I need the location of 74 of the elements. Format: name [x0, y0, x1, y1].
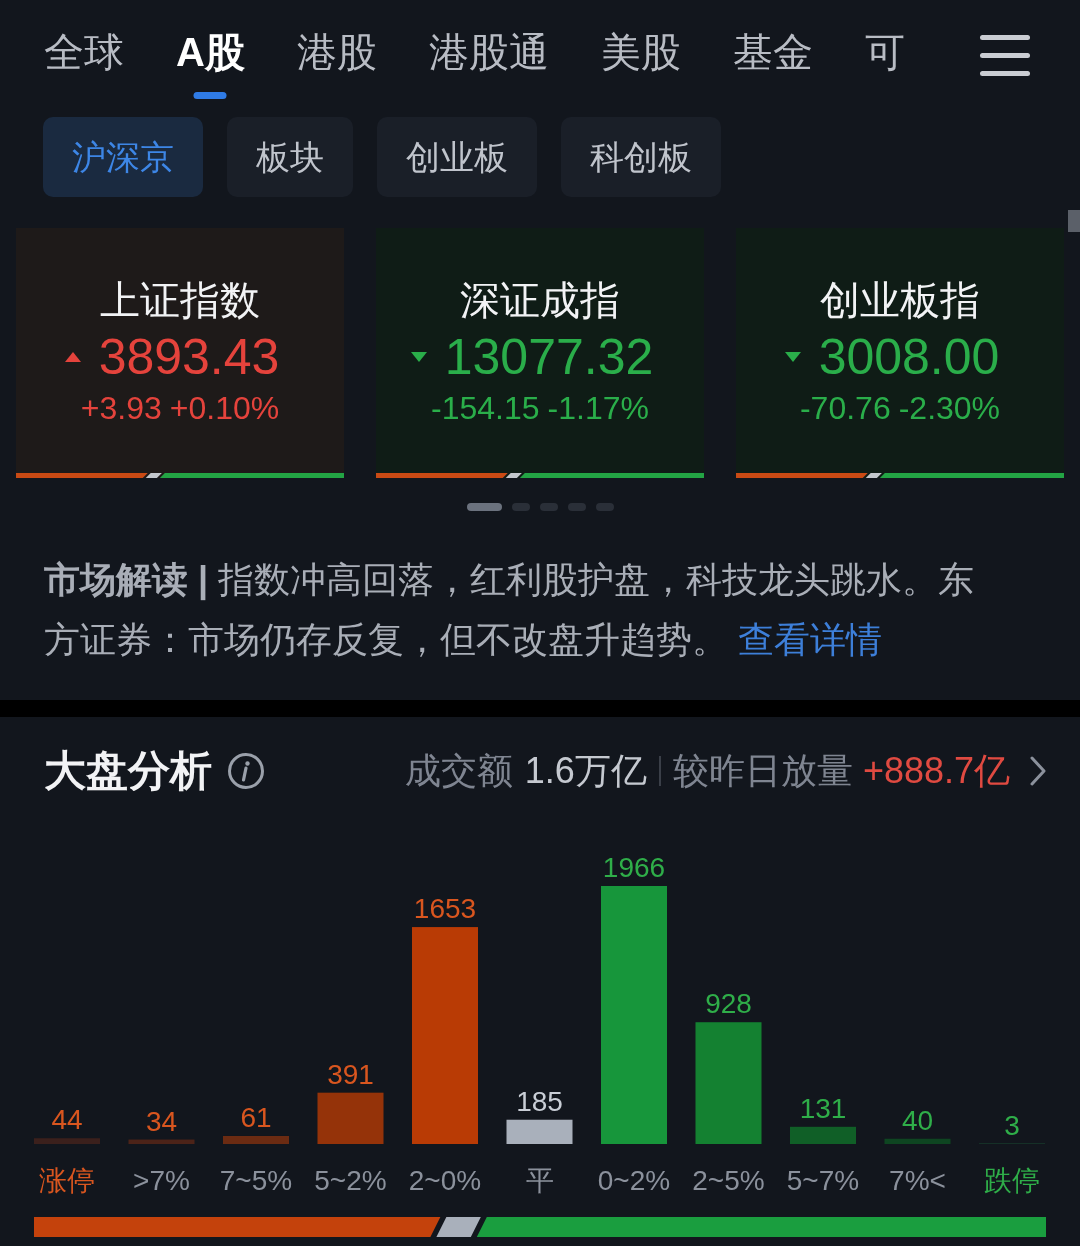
- flat-share-bar: [145, 473, 162, 478]
- chart-bar: [128, 1139, 195, 1144]
- index-change: -70.76: [799, 389, 891, 428]
- sub-tab[interactable]: 沪深京: [43, 117, 203, 197]
- market-tab[interactable]: 美股: [600, 28, 681, 76]
- chart-bar: [34, 1138, 100, 1144]
- index-change: -154.15: [431, 389, 540, 428]
- flat-share-bar: [436, 1217, 481, 1237]
- index-card[interactable]: 创业板指 3008.00 -70.76 -2.30%: [736, 228, 1064, 478]
- section-title: 大盘分析: [44, 746, 212, 796]
- index-change-percent: -1.17%: [547, 389, 649, 428]
- down-triangle-icon: [784, 352, 801, 362]
- sub-tab[interactable]: 板块: [227, 117, 353, 197]
- chart-bar: [884, 1138, 951, 1144]
- bar-value-label: 1653: [413, 893, 477, 925]
- bar-value-label: 44: [51, 1104, 83, 1136]
- bar-value-label: 40: [901, 1104, 934, 1136]
- sub-tab[interactable]: 科创板: [561, 117, 721, 197]
- index-value: 13077.32: [444, 328, 654, 386]
- category-label: 7~5%: [219, 1165, 293, 1196]
- chart-bar: [506, 1119, 573, 1144]
- down-triangle-icon: [410, 352, 427, 362]
- market-tab[interactable]: 全球: [44, 28, 124, 76]
- category-label: 5~2%: [314, 1165, 387, 1196]
- bar-value-label: 928: [705, 988, 752, 1020]
- index-change-percent: +0.10%: [169, 389, 280, 428]
- bar-value-label: 34: [145, 1105, 178, 1137]
- view-details-link[interactable]: 查看详情: [738, 619, 882, 660]
- category-label: 7%<: [889, 1165, 946, 1196]
- flat-share-bar: [505, 473, 522, 478]
- chart-bar: [790, 1126, 856, 1144]
- category-label: 跌停: [984, 1165, 1040, 1196]
- chart-bar: [223, 1136, 289, 1144]
- category-label: 0~2%: [597, 1165, 671, 1196]
- index-value: 3008.00: [818, 328, 1000, 386]
- bar-value-label: 1966: [602, 852, 666, 883]
- chevron-right-icon[interactable]: [1030, 756, 1046, 786]
- market-tab[interactable]: A股: [176, 28, 245, 76]
- index-value: 3893.43: [98, 328, 280, 386]
- bar-value-label: 3: [1004, 1109, 1020, 1141]
- active-tab-indicator: [193, 92, 227, 99]
- index-change: +3.93: [80, 389, 162, 428]
- turnover-value: 1.6万亿: [524, 749, 647, 793]
- flat-share-bar: [865, 473, 882, 478]
- scrollbar-thumb[interactable]: [1068, 210, 1080, 232]
- market-tab[interactable]: 基金: [732, 28, 813, 76]
- volume-compare-value: +888.7亿: [862, 749, 1010, 793]
- category-label: 平: [525, 1165, 554, 1196]
- market-commentary: 市场解读 | 指数冲高回落，红利股护盘，科技龙头跳水。东方证券：市场仍存反复，但不改盘升趋势。 查看详情: [44, 558, 976, 662]
- turnover-label: 成交额: [404, 749, 513, 793]
- menu-icon[interactable]: [980, 35, 1030, 76]
- bar-value-label: 391: [327, 1058, 374, 1090]
- bar-value-label: 61: [240, 1102, 272, 1133]
- market-tab[interactable]: 港股: [296, 28, 377, 76]
- sub-tab[interactable]: 创业板: [377, 117, 537, 197]
- info-icon[interactable]: [228, 753, 264, 789]
- index-card[interactable]: 上证指数 3893.43 +3.93 +0.10%: [16, 228, 344, 478]
- index-card[interactable]: 深证成指 13077.32 -154.15 -1.17%: [376, 228, 704, 478]
- category-label: 2~0%: [408, 1165, 482, 1196]
- category-label: 2~5%: [692, 1165, 765, 1196]
- category-label: 涨停: [39, 1165, 95, 1196]
- index-name: 创业板指: [820, 277, 980, 324]
- chart-bar: [317, 1092, 384, 1144]
- category-label: >7%: [133, 1165, 190, 1196]
- category-label: 5~7%: [786, 1165, 860, 1196]
- bar-value-label: 185: [516, 1085, 563, 1117]
- volume-compare-label: 较昨日放量: [672, 749, 853, 793]
- market-tab[interactable]: 港股通: [428, 28, 549, 76]
- bar-value-label: 131: [799, 1092, 847, 1124]
- index-change-percent: -2.30%: [898, 389, 1001, 428]
- up-triangle-icon: [64, 352, 81, 362]
- market-tab[interactable]: 可: [864, 28, 905, 76]
- index-name: 深证成指: [460, 277, 620, 324]
- index-name: 上证指数: [100, 277, 260, 324]
